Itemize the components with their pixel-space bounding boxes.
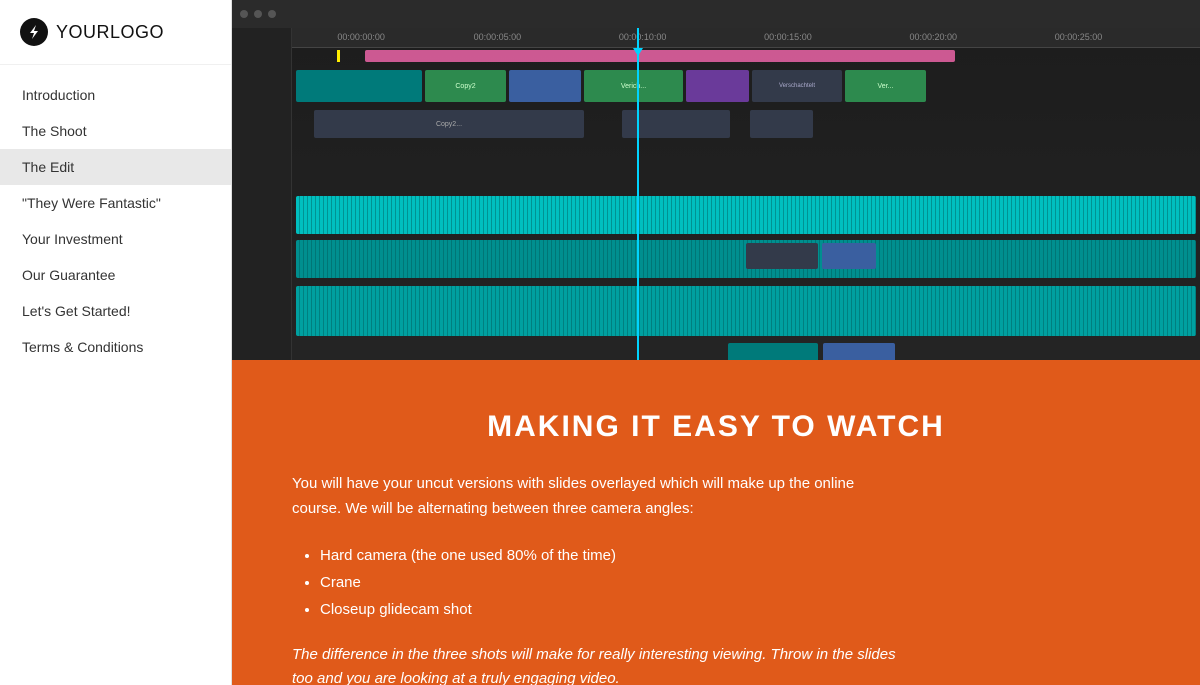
clip-v1-6: Verschachtelt	[752, 70, 842, 102]
time-0: 00:00:00:00	[337, 32, 385, 42]
time-ruler: 00:00:00:00 00:00:05:00 00:00:10:00 00:0…	[292, 28, 1200, 48]
time-5: 00:00:25:00	[1055, 32, 1103, 42]
editor-topbar	[232, 0, 1200, 28]
clip-v1-3	[509, 70, 581, 102]
clip-v2-3	[750, 110, 813, 138]
content-section: MAKING IT EASY TO WATCH You will have yo…	[232, 360, 1200, 685]
bullet-item-3: Closeup glidecam shot	[320, 596, 1140, 623]
bolt-icon	[26, 24, 42, 40]
waveform-1	[296, 196, 1196, 234]
logo-text: YOURLOGO	[56, 22, 164, 43]
time-3: 00:00:15:00	[764, 32, 812, 42]
sidebar-nav: Introduction The Shoot The Edit "They We…	[0, 65, 231, 685]
bottom-clip-2	[823, 343, 895, 360]
clip-v1-7: Ver...	[845, 70, 926, 102]
bullet-list: Hard camera (the one used 80% of the tim…	[292, 542, 1140, 623]
waveform-3	[296, 286, 1196, 336]
logo-regular: LOGO	[110, 22, 164, 42]
clip-v1-5	[686, 70, 749, 102]
topbar-dot-2	[254, 10, 262, 18]
yellow-marker	[337, 50, 340, 62]
logo-area: YOURLOGO	[0, 0, 231, 65]
bottom-clip-row	[292, 343, 1200, 360]
video-track-2: Copy2...	[292, 110, 1200, 138]
topbar-dot-3	[268, 10, 276, 18]
sidebar-item-terms-conditions[interactable]: Terms & Conditions	[0, 329, 231, 365]
sidebar-item-lets-get-started[interactable]: Let's Get Started!	[0, 293, 231, 329]
clip-v2-1: Copy2...	[314, 110, 584, 138]
intro-paragraph: You will have your uncut versions with s…	[292, 472, 892, 522]
mid-clip-row	[292, 243, 1200, 269]
section-title: MAKING IT EASY TO WATCH	[292, 410, 1140, 444]
sidebar: YOURLOGO Introduction The Shoot The Edit…	[0, 0, 232, 685]
bottom-clip-1	[728, 343, 818, 360]
clip-v1-2: Copy2	[425, 70, 506, 102]
sidebar-item-your-investment[interactable]: Your Investment	[0, 221, 231, 257]
pink-timeline-bar	[365, 50, 955, 62]
mid-clip-1	[746, 243, 818, 269]
sidebar-item-our-guarantee[interactable]: Our Guarantee	[0, 257, 231, 293]
clip-v1-1	[296, 70, 422, 102]
time-4: 00:00:20:00	[909, 32, 957, 42]
sidebar-item-introduction[interactable]: Introduction	[0, 77, 231, 113]
timeline-tracks: 00:00:00:00 00:00:05:00 00:00:10:00 00:0…	[292, 28, 1200, 360]
bullet-item-1: Hard camera (the one used 80% of the tim…	[320, 542, 1140, 569]
audio-track-1	[296, 196, 1196, 234]
audio-track-3	[296, 286, 1196, 336]
sidebar-item-the-shoot[interactable]: The Shoot	[0, 113, 231, 149]
track-labels	[232, 28, 292, 360]
bullet-item-2: Crane	[320, 569, 1140, 596]
sidebar-item-the-edit[interactable]: The Edit	[0, 149, 231, 185]
topbar-dot-1	[240, 10, 248, 18]
logo-icon	[20, 18, 48, 46]
playhead	[637, 28, 639, 360]
timeline-area: 00:00:00:00 00:00:05:00 00:00:10:00 00:0…	[232, 28, 1200, 360]
main-content: 00:00:00:00 00:00:05:00 00:00:10:00 00:0…	[232, 0, 1200, 685]
logo-bold: YOUR	[56, 22, 110, 42]
video-track-1: Copy2 Verich... Verschachtelt Ver...	[292, 70, 1200, 102]
mid-clip-2	[822, 243, 876, 269]
hero-image: 00:00:00:00 00:00:05:00 00:00:10:00 00:0…	[232, 0, 1200, 360]
editor-simulation: 00:00:00:00 00:00:05:00 00:00:10:00 00:0…	[232, 0, 1200, 360]
sidebar-item-they-were-fantastic[interactable]: "They Were Fantastic"	[0, 185, 231, 221]
clip-v1-4: Verich...	[584, 70, 683, 102]
time-1: 00:00:05:00	[474, 32, 522, 42]
time-2: 00:00:10:00	[619, 32, 667, 42]
italic-paragraph: The difference in the three shots will m…	[292, 643, 912, 685]
